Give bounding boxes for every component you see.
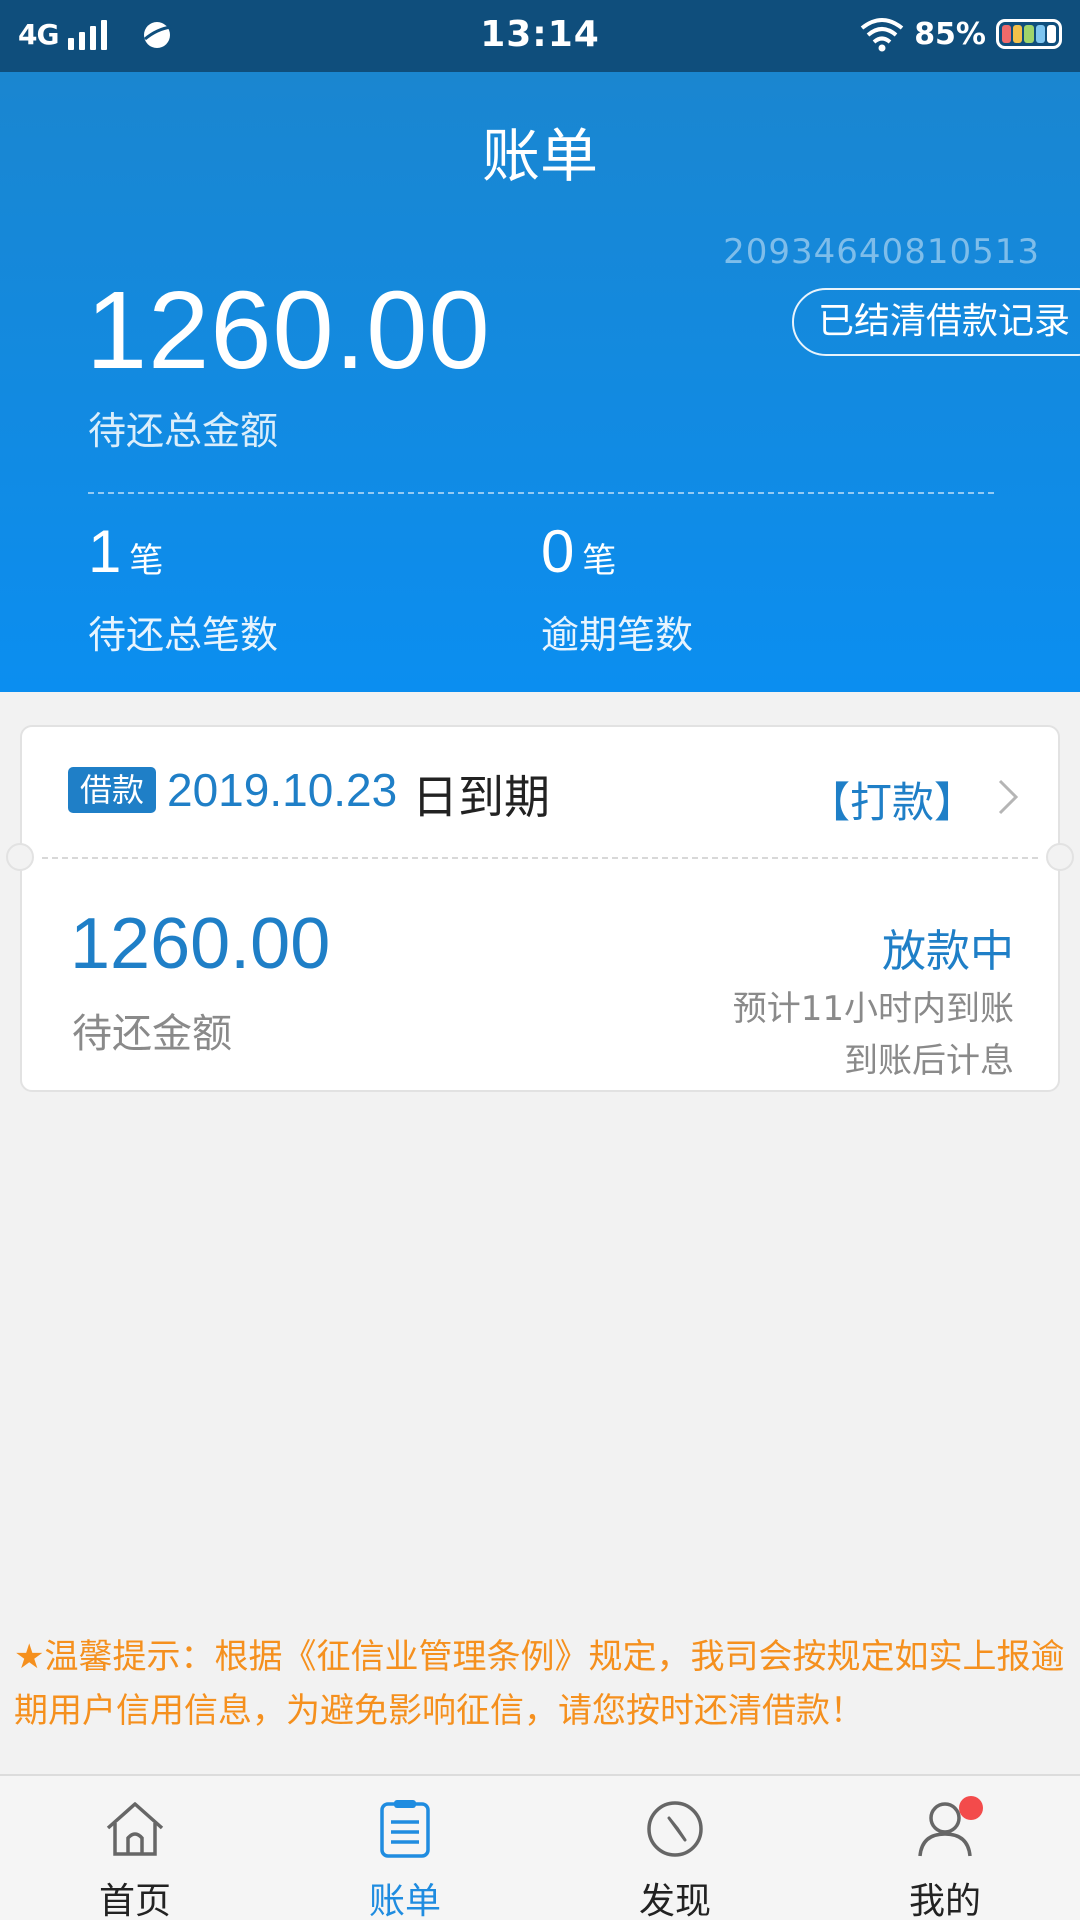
bottom-tab-bar: 首页 账单 发现 我的 (0, 1774, 1080, 1920)
loan-amount-label: 待还金额 (72, 1011, 232, 1057)
stat-value: 1 (88, 518, 122, 585)
chevron-right-icon[interactable] (996, 777, 1020, 817)
due-date-suffix: 日到期 (412, 770, 550, 824)
compass-icon (647, 1801, 703, 1857)
status-bar: 4G 13:14 85% (0, 0, 1080, 72)
header-divider (88, 492, 994, 494)
tab-label: 发现 (638, 1881, 711, 1920)
account-number: 20934640810513 (723, 232, 1040, 272)
notification-badge (959, 1796, 983, 1820)
stat-value-row: 1笔 (88, 520, 278, 584)
battery-percent: 85% (914, 16, 986, 52)
bill-summary-header: 账单 20934640810513 已结清借款记录 1260.00 待还总金额 … (0, 72, 1080, 692)
stat-value: 0 (541, 518, 575, 585)
total-amount-label: 待还总金额 (88, 409, 279, 453)
tab-label: 我的 (908, 1881, 981, 1920)
status-bar-right: 85% (860, 16, 1062, 52)
tab-home[interactable]: 首页 (0, 1776, 270, 1920)
card-divider (42, 857, 1038, 859)
loan-eta: 预计11小时内到账 (732, 989, 1014, 1029)
credit-warning-tip: ★温馨提示：根据《征信业管理条例》规定，我司会按规定如实上报逾期用户信用信息，为… (14, 1637, 1065, 1731)
payout-link[interactable]: 【打款】 (808, 769, 976, 830)
stat-unit: 笔 (582, 541, 617, 581)
loan-status: 放款中 (882, 926, 1014, 977)
stat-pending-count: 1笔 待还总笔数 (88, 520, 278, 659)
loan-interest-note: 到账后计息 (844, 1041, 1014, 1081)
home-icon (106, 1802, 164, 1856)
loan-amount-value: 1260.00 (70, 904, 331, 984)
stat-label: 待还总笔数 (88, 613, 279, 657)
bill-icon (380, 1800, 430, 1858)
stat-value-row: 0笔 (541, 520, 693, 584)
total-amount-value: 1260.00 (86, 269, 491, 392)
loan-card[interactable]: 借款 2019.10.23 日到期 【打款】 1260.00 待还金额 放款中 … (6, 725, 1074, 1092)
tab-label: 首页 (98, 1881, 171, 1920)
stat-unit: 笔 (129, 541, 164, 581)
tab-bill[interactable]: 账单 (270, 1776, 540, 1920)
tab-mine[interactable]: 我的 (810, 1776, 1080, 1920)
page-title: 账单 (481, 122, 598, 190)
tab-discover[interactable]: 发现 (540, 1776, 810, 1920)
card-notch-left (6, 843, 34, 871)
settled-loans-button[interactable]: 已结清借款记录 (792, 288, 1080, 356)
due-date: 2019.10.23 (167, 764, 398, 816)
card-notch-right (1046, 843, 1074, 871)
wifi-icon (860, 18, 904, 52)
tab-label: 账单 (368, 1881, 441, 1920)
stat-overdue-count: 0笔 逾期笔数 (541, 520, 693, 659)
stat-label: 逾期笔数 (541, 613, 694, 657)
battery-icon (996, 19, 1062, 49)
loan-type-badge: 借款 (68, 767, 157, 813)
